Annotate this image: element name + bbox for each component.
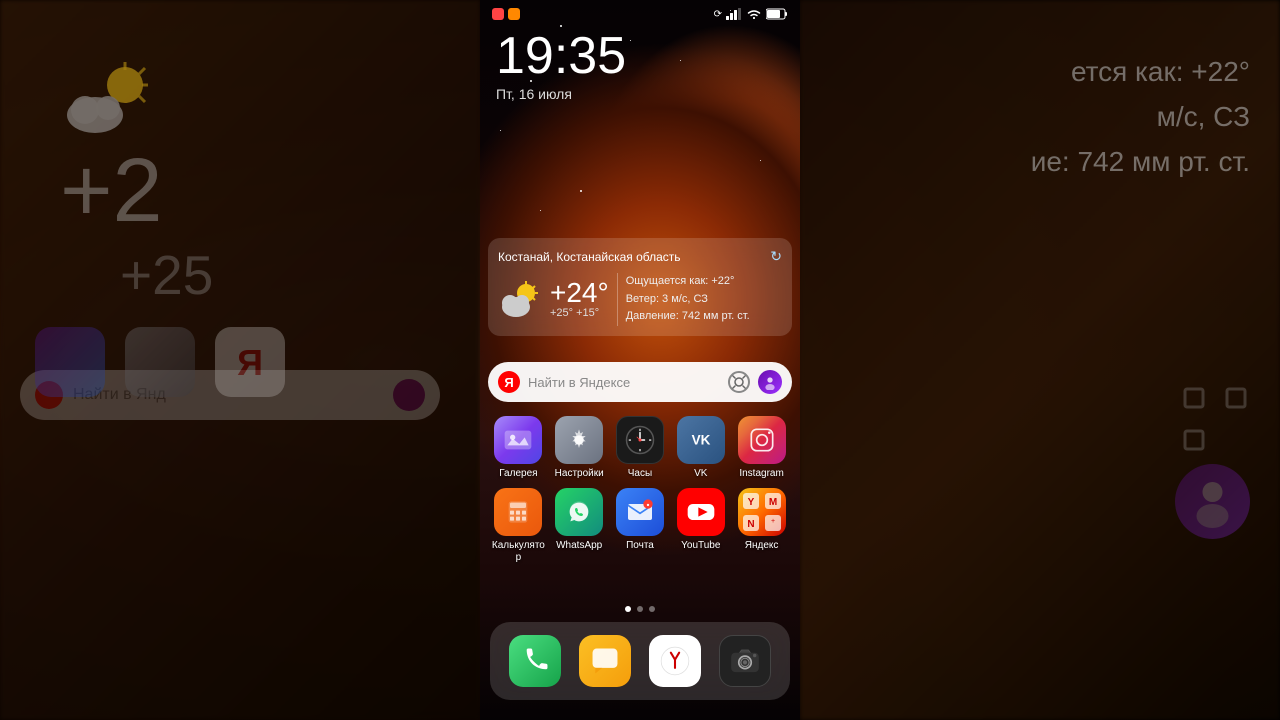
clock-label: Часы [628, 468, 652, 480]
page-dot-1[interactable] [625, 606, 631, 612]
dock-camera[interactable] [719, 635, 771, 687]
alisa-search-icon[interactable] [758, 370, 782, 394]
youtube-icon [677, 488, 725, 536]
whatsapp-icon [555, 488, 603, 536]
weather-details: Ощущается как: +22° Ветер: 3 м/с, СЗ Дав… [617, 273, 782, 326]
weather-body: +24° +25° +15° Ощущается как: +22° Ветер… [498, 273, 782, 326]
left-icon3: Я [215, 327, 285, 397]
settings-icon [555, 416, 603, 464]
right-scan-icon [1180, 384, 1250, 454]
app-whatsapp[interactable]: WhatsApp [550, 488, 608, 564]
svg-text:M: M [768, 497, 776, 508]
messenger-dock-icon [579, 635, 631, 687]
left-weather-icon [50, 60, 170, 140]
vk-label: VK [694, 468, 707, 480]
svg-text:+: + [771, 518, 775, 525]
instagram-label: Instagram [739, 468, 783, 480]
phone-dock-icon [509, 635, 561, 687]
camera-dock-icon [719, 635, 771, 687]
page-indicator [480, 606, 800, 612]
mail-icon: ● [616, 488, 664, 536]
calculator-label: Калькулятор [489, 540, 547, 564]
app-instagram[interactable]: Instagram [733, 416, 791, 480]
dock-phone[interactable] [509, 635, 561, 687]
right-text-lines: ется как: +22° м/с, СЗ ие: 742 мм рт. ст… [1031, 50, 1250, 184]
app-grid: Галерея Настройки [480, 416, 800, 568]
right-alisa-icon [1175, 464, 1250, 539]
svg-text:VK: VK [691, 433, 710, 448]
right-panel: ется как: +22° м/с, СЗ ие: 742 мм рт. ст… [800, 0, 1280, 720]
instagram-icon [738, 416, 786, 464]
app-settings[interactable]: Настройки [550, 416, 608, 480]
weather-location: Костанай, Костанайская область [498, 250, 681, 264]
gallery-icon [494, 416, 542, 464]
app-mail[interactable]: ● Почта [611, 488, 669, 564]
clock-date: Пт, 16 июля [496, 86, 626, 102]
yandex-icon: Y M N + [738, 488, 786, 536]
whatsapp-label: WhatsApp [556, 540, 602, 552]
weather-icon [498, 277, 542, 321]
left-icon1 [35, 327, 105, 397]
page-dot-2[interactable] [637, 606, 643, 612]
stars [480, 0, 800, 720]
signal-icon [726, 8, 742, 20]
search-bar[interactable]: Я Найти в Яндексе [488, 362, 792, 402]
app-vk[interactable]: VK VK [672, 416, 730, 480]
weather-header: Костанай, Костанайская область ↻ [498, 248, 782, 265]
calculator-icon [494, 488, 542, 536]
visual-search-icon[interactable] [728, 371, 750, 393]
yandex-logo-icon: Я [498, 371, 520, 393]
left-temp-small: +25 [120, 243, 213, 307]
weather-temp-range: +25° +15° [550, 307, 609, 319]
svg-text:Я: Я [237, 342, 263, 383]
vk-icon: VK [677, 416, 725, 464]
dock-messenger[interactable] [579, 635, 631, 687]
rotation-lock-icon: ⟳ [714, 9, 722, 20]
yandex-label: Яндекс [745, 540, 779, 552]
page-dot-3[interactable] [649, 606, 655, 612]
dock-yabrowser[interactable] [649, 635, 701, 687]
battery-icon [766, 8, 788, 20]
status-dot-red [492, 8, 504, 20]
search-icons [728, 370, 782, 394]
gallery-label: Галерея [499, 468, 537, 480]
weather-temp: +24° +25° +15° [550, 279, 609, 319]
weather-wind: Ветер: 3 м/с, СЗ [626, 291, 782, 309]
app-gallery[interactable]: Галерея [489, 416, 547, 480]
app-row-1: Галерея Настройки [488, 416, 792, 480]
dock [490, 622, 790, 700]
clock-time: 19:35 [496, 30, 626, 82]
left-temp-large: +2 [60, 140, 163, 243]
app-calculator[interactable]: Калькулятор [489, 488, 547, 564]
svg-text:N: N [747, 519, 754, 530]
phone-screen: ⟳ 19:35 Пт, 16 [480, 0, 800, 720]
clock-icon [616, 416, 664, 464]
status-bar: ⟳ [480, 8, 800, 20]
left-alisa-icon [393, 379, 425, 411]
app-row-2: Калькулятор WhatsApp [488, 488, 792, 564]
yabrowser-dock-icon [649, 635, 701, 687]
search-placeholder[interactable]: Найти в Яндексе [528, 375, 720, 390]
mail-label: Почта [626, 540, 654, 552]
time-display: 19:35 Пт, 16 июля [496, 30, 626, 102]
app-clock[interactable]: Часы [611, 416, 669, 480]
status-right: ⟳ [714, 8, 788, 20]
status-left [492, 8, 520, 20]
weather-temp-main: +24° [550, 279, 609, 307]
status-dot-orange [508, 8, 520, 20]
weather-pressure: Давление: 742 мм рт. ст. [626, 308, 782, 326]
youtube-label: YouTube [681, 540, 720, 552]
weather-refresh-icon[interactable]: ↻ [770, 248, 782, 265]
left-panel: +2 +25 Найти в Янд Я [0, 0, 480, 720]
settings-label: Настройки [555, 468, 604, 480]
app-youtube[interactable]: YouTube [672, 488, 730, 564]
weather-feels-like: Ощущается как: +22° [626, 273, 782, 291]
wifi-icon [746, 8, 762, 20]
svg-text:Y: Y [747, 497, 754, 508]
left-icon2 [125, 327, 195, 397]
svg-text:●: ● [646, 503, 649, 509]
weather-widget[interactable]: Костанай, Костанайская область ↻ [488, 238, 792, 336]
app-yandex[interactable]: Y M N + Яндекс [733, 488, 791, 564]
